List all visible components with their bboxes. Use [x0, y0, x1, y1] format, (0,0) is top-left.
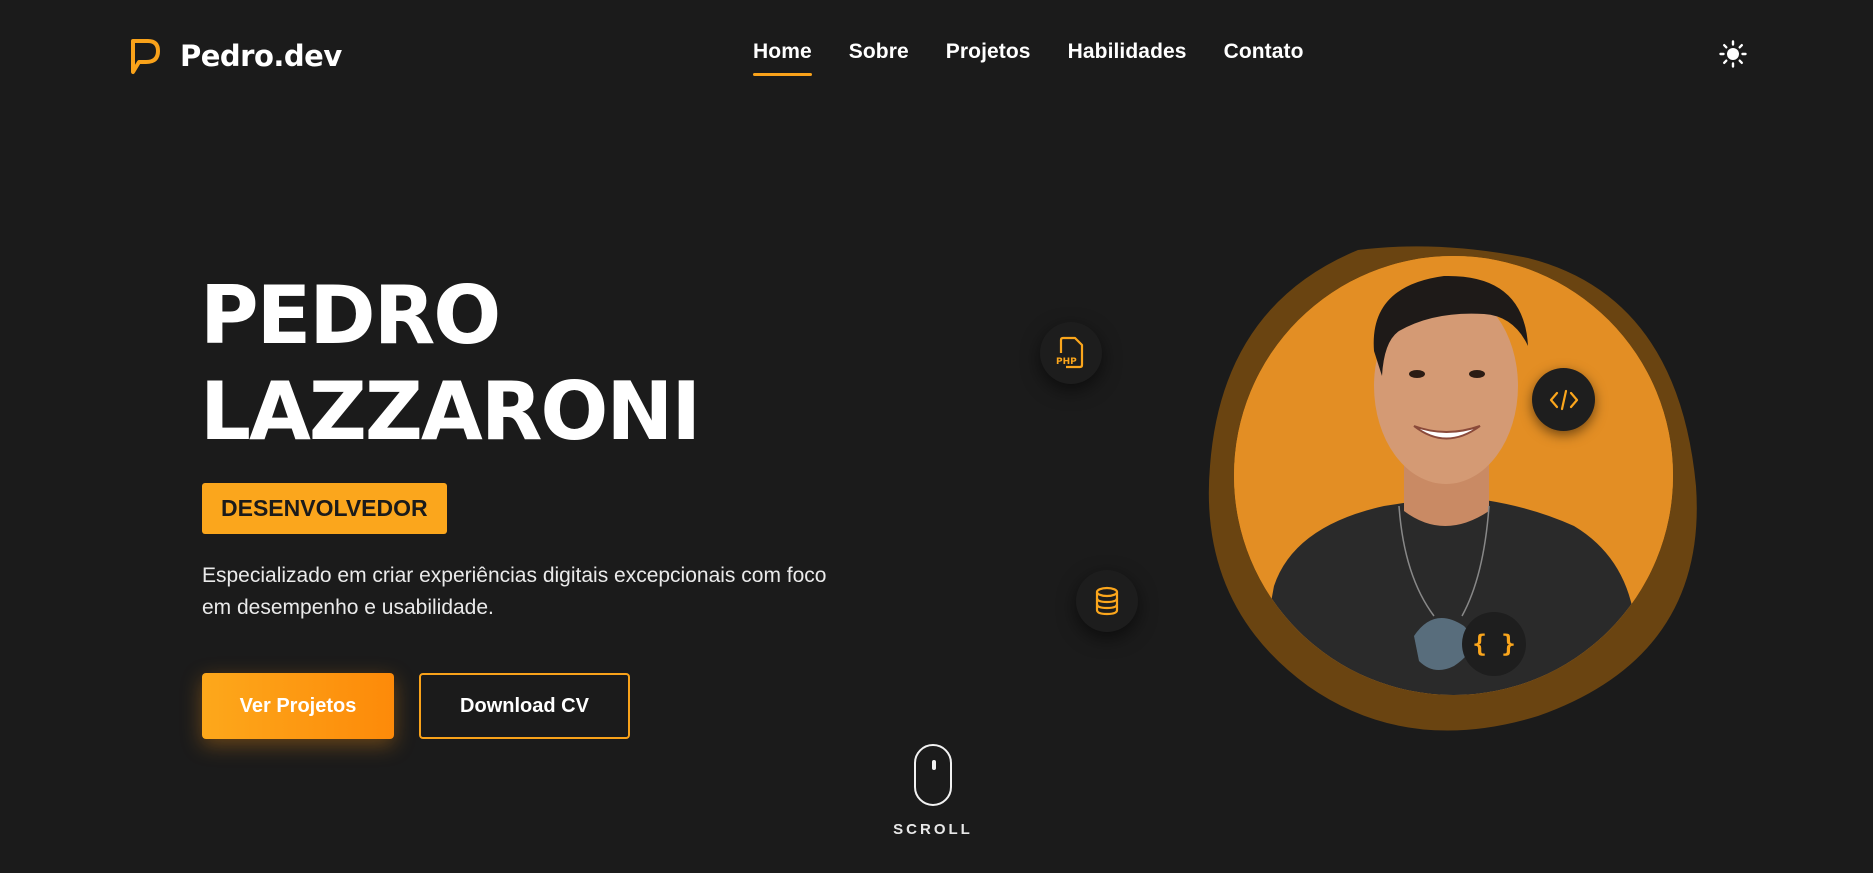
- hero-description: Especializado em criar experiências digi…: [202, 564, 827, 619]
- code-icon: [1532, 368, 1595, 431]
- scroll-wheel: [932, 760, 936, 770]
- scroll-label: SCROLL: [893, 821, 973, 838]
- hero-name-first: PEDRO: [200, 269, 501, 362]
- database-icon: [1076, 570, 1138, 632]
- nav-item-projetos[interactable]: Projetos: [946, 40, 1031, 72]
- profile-photo: [1234, 256, 1673, 695]
- logo[interactable]: Pedro.dev: [128, 36, 342, 76]
- logo-p-icon: [131, 39, 160, 74]
- role-badge: DESENVOLVEDOR: [202, 483, 447, 534]
- braces-label: { }: [1472, 630, 1516, 658]
- profile-illustration: [1234, 256, 1673, 695]
- nav-item-home[interactable]: Home: [753, 40, 812, 76]
- logo-text: Pedro.dev: [180, 39, 342, 73]
- hero-name: PEDRO LAZZARONI: [200, 268, 701, 460]
- scroll-mouse-icon[interactable]: [914, 744, 952, 806]
- nav-item-contato[interactable]: Contato: [1224, 40, 1304, 72]
- download-cv-button[interactable]: Download CV: [419, 673, 630, 739]
- view-projects-button[interactable]: Ver Projetos: [202, 673, 394, 739]
- nav-item-sobre[interactable]: Sobre: [849, 40, 909, 72]
- sun-icon[interactable]: [1719, 40, 1747, 68]
- database-glyph: [1095, 586, 1119, 616]
- site-header: Pedro.dev Home Sobre Projetos Habilidade…: [0, 0, 1873, 112]
- nav-item-habilidades[interactable]: Habilidades: [1068, 40, 1187, 72]
- php-file-glyph: PHP: [1056, 336, 1084, 369]
- braces-icon: { }: [1462, 612, 1526, 676]
- hero-name-last: LAZZARONI: [200, 365, 701, 458]
- main-nav: Home Sobre Projetos Habilidades Contato: [753, 40, 1304, 76]
- code-glyph: [1549, 389, 1578, 410]
- php-label: PHP: [1056, 357, 1077, 367]
- php-file-icon: PHP: [1040, 322, 1102, 384]
